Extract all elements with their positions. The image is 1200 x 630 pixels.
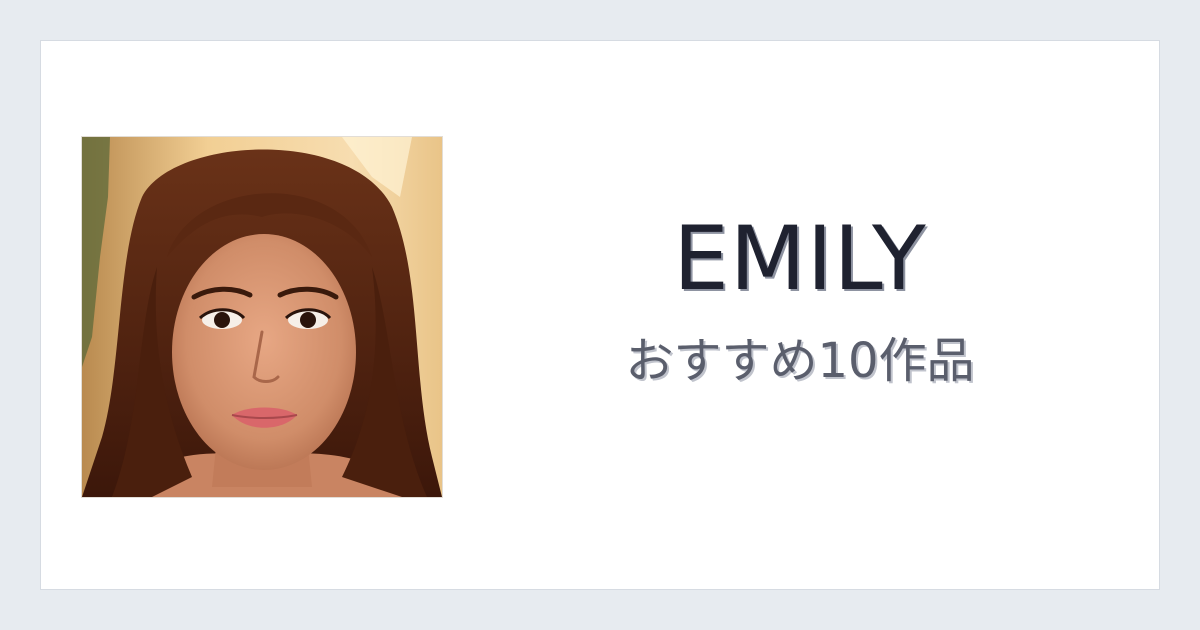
- page-subtitle: おすすめ10作品: [625, 333, 975, 389]
- portrait-photo: [81, 136, 443, 498]
- ogp-card: EMILY おすすめ10作品: [40, 40, 1160, 590]
- page-title: EMILY: [673, 207, 927, 310]
- portrait-illustration: [82, 137, 442, 497]
